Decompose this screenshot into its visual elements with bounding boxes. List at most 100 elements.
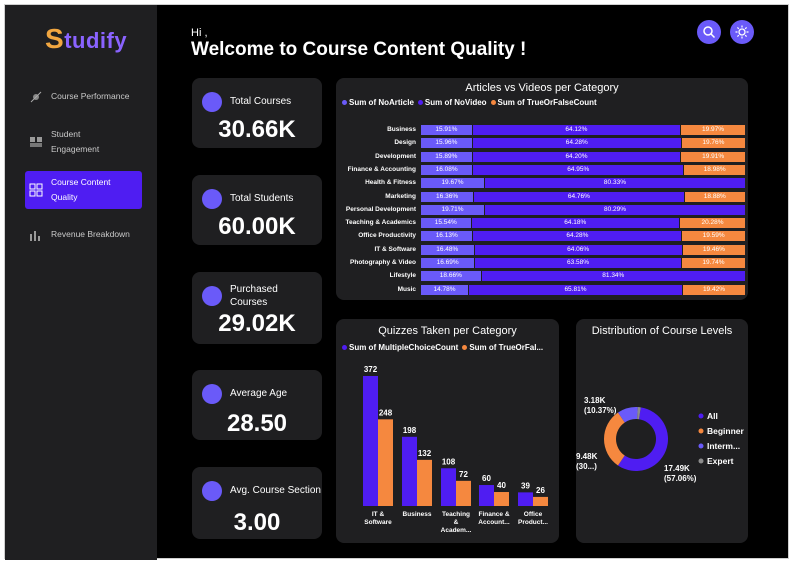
sidebar: Studify Course Performance Student Engag… [5, 5, 157, 560]
quizzes-panel: Quizzes Taken per Category Sum of Multip… [336, 319, 559, 543]
category-label: Marketing [385, 192, 416, 200]
quiz-bar [441, 468, 456, 506]
slice-label: 17.49K [664, 464, 690, 473]
sidebar-item-label: Course Content Quality [51, 177, 111, 202]
kpi-value: 30.66K [218, 116, 296, 143]
grid-icon [29, 183, 43, 197]
bar-segment: 64.18% [471, 218, 680, 229]
category-label: Business [387, 126, 416, 133]
distribution-panel: Distribution of Course Levels 17.49K (57.… [576, 319, 748, 543]
legend-item: Beginner [707, 426, 745, 436]
sidebar-item-revenue-breakdown[interactable]: Revenue Breakdown [25, 227, 142, 242]
bar-segment: 63.58% [475, 258, 681, 268]
bar-segment: 64.28% [473, 231, 682, 242]
category-label: IT & [372, 511, 385, 518]
kpi-label: Avg. Course Section [230, 485, 321, 496]
slice-label: (10.37%) [584, 406, 617, 415]
data-label: 372 [364, 365, 378, 374]
kpi-card-purchased-courses: Purchased Courses 29.02K [192, 272, 322, 344]
bar-segment: 64.95% [473, 164, 684, 175]
legend-marker [698, 428, 704, 434]
bar-segment: 19.42% [682, 284, 746, 295]
legend-item: Sum of TrueOrFalseCount [497, 98, 597, 107]
sidebar-item-label: Course Performance [51, 91, 130, 101]
kpi-label: Total Students [230, 193, 294, 204]
sidebar-item-label: Revenue Breakdown [51, 229, 130, 239]
quiz-bar [378, 419, 393, 506]
people-icon [30, 137, 42, 147]
bar-segment: 19.71% [421, 204, 485, 215]
slice-label: (57.06%) [664, 474, 697, 483]
category-label: Health & Fitness [365, 179, 416, 187]
chart-title: Articles vs Videos per Category [465, 82, 619, 94]
greeting: Hi , [191, 27, 208, 39]
legend-marker [698, 443, 704, 449]
category-label: IT & Software [374, 245, 416, 253]
bar-segment: 81.34% [481, 271, 745, 282]
category-label: Account... [478, 519, 510, 526]
kpi-value: 28.50 [226, 410, 288, 437]
legend-marker [490, 100, 496, 105]
dashboard-frame: Studify Course Performance Student Engag… [4, 4, 789, 560]
quizzes-chart: 372 248 IT &Software 198 132 Business 10872 Tea… [363, 365, 548, 534]
student-icon [202, 189, 222, 209]
category-label: Teaching & Academics [345, 219, 416, 227]
search-button[interactable] [697, 20, 721, 44]
bar-segment: 18.98% [684, 164, 746, 175]
theme-toggle-button[interactable] [730, 20, 754, 44]
sidebar-item-student-engagement[interactable]: Student Engagement [25, 127, 142, 157]
category-label: Product... [518, 519, 548, 526]
category-label: Office Productivity [358, 232, 416, 240]
bar-segment: 80.29% [485, 204, 745, 215]
kpi-card-avg-course-section: Avg. Course Section 3.00 [192, 467, 322, 539]
bar-segment: 19.97% [681, 125, 745, 135]
data-label: 40 [497, 481, 506, 490]
category-label: Music [397, 285, 416, 293]
quiz-bar [417, 459, 432, 506]
page-title: Welcome to Course Content Quality ! [191, 39, 527, 60]
legend-item: Interm... [707, 441, 740, 451]
category-label: Office [524, 511, 543, 518]
sidebar-item-label: Student Engagement [51, 129, 100, 154]
quiz-bar [533, 496, 548, 506]
bar-segment: 15.89% [421, 151, 472, 162]
kpi-card-average-age: Average Age 28.50 [192, 370, 322, 440]
quiz-bar [456, 480, 471, 506]
data-label: 198 [403, 426, 417, 435]
quiz-bar [518, 492, 533, 506]
category-label: Finance & Accounting [347, 165, 416, 173]
bar-segment: 18.66% [421, 271, 481, 282]
bar-segment: 19.46% [682, 244, 745, 255]
kpi-value: 3.00 [233, 509, 281, 536]
slice-label: (30...) [576, 462, 597, 471]
bar-segment: 18.88% [684, 191, 745, 202]
bar-segment: 15.91% [421, 125, 472, 135]
category-label: Development [375, 152, 416, 160]
donut-slice [604, 412, 625, 466]
bar-segment: 80.33% [484, 178, 745, 189]
category-label: Finance & [478, 511, 509, 518]
donut-chart: 17.49K(57.06%) 9.48K(30...) 3.18K(10.37%) A… [576, 396, 745, 483]
category-label: Photography & Video [350, 259, 416, 266]
sidebar-item-course-performance[interactable]: Course Performance [25, 89, 142, 104]
legend-marker [417, 100, 423, 105]
kpi-label: Total Courses [230, 96, 292, 107]
kpi-card-total-students: Total Students 60.00K [192, 175, 322, 245]
quiz-bar [402, 436, 417, 506]
bar-segment: 20.28% [680, 218, 745, 229]
sidebar-item-course-content-quality[interactable]: Course Content Quality [25, 171, 142, 209]
kpi-value: 29.02K [218, 310, 296, 337]
bar-segment: 16.13% [421, 231, 473, 242]
data-label: 39 [521, 481, 530, 490]
legend-marker [698, 458, 704, 464]
legend-marker [698, 413, 704, 419]
kpi-label: Average Age [230, 388, 288, 399]
category-label: Teaching [442, 511, 470, 518]
group-icon [202, 384, 222, 404]
articles-videos-panel: Articles vs Videos per Category Sum of N… [336, 78, 748, 300]
data-label: 72 [459, 470, 468, 479]
kpi-card-total-courses: Total Courses 30.66K [192, 78, 322, 148]
list-icon [202, 481, 222, 501]
slice-label: 3.18K [584, 396, 606, 405]
bar-segment: 64.06% [474, 244, 682, 255]
